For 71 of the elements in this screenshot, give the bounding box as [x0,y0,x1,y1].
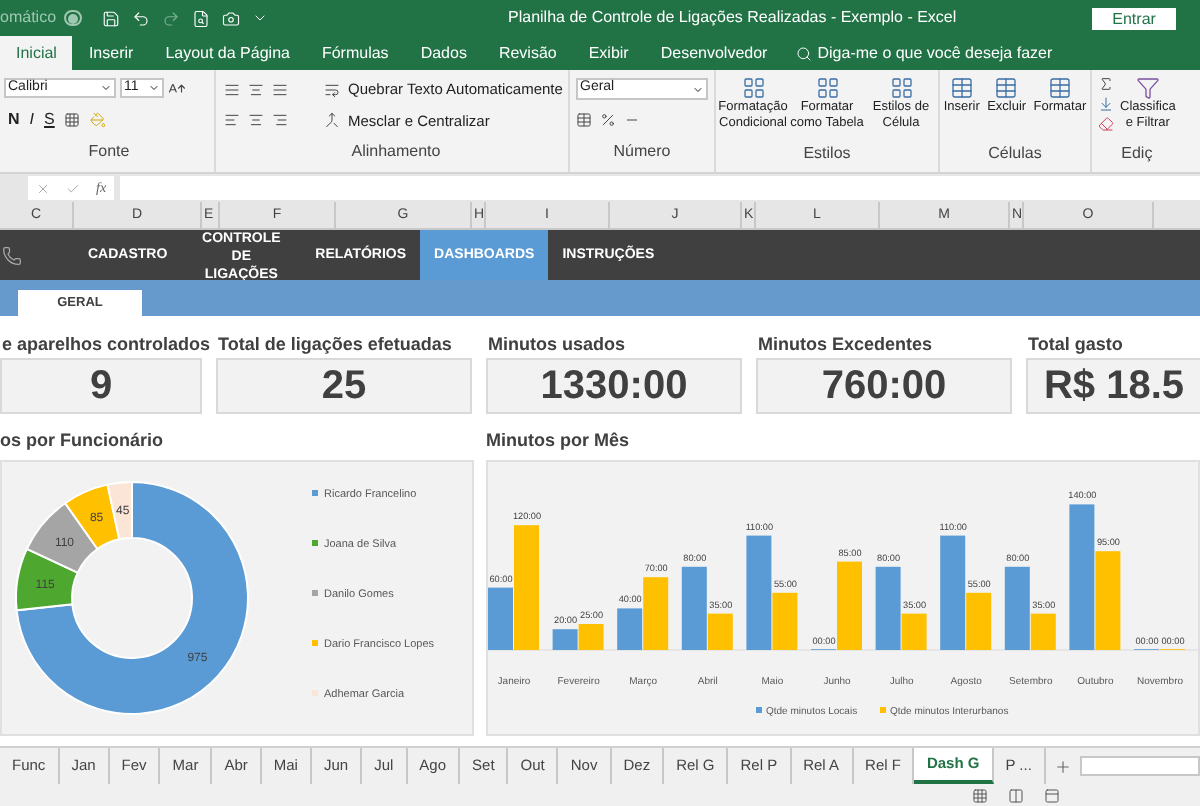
window-title: Planilha de Controle de Ligações Realizadas - Exemplo - Excel [508,6,957,30]
merge-icon[interactable] [324,112,340,129]
kpi-value: R$ 18.5 [1026,358,1200,414]
bold-button[interactable]: N [8,107,20,131]
ribbon-tab[interactable]: Dados [404,36,483,70]
ribbon-tab[interactable]: Exibir [572,36,645,70]
kpi-label: Total de ligações efetuadas [216,332,454,358]
ribbon-tab[interactable]: Desenvolvedor [644,36,784,70]
underline-button[interactable]: S [44,107,55,131]
print-preview-icon[interactable] [192,9,211,27]
camera-icon[interactable] [222,9,241,27]
align-left-icon[interactable] [224,112,240,129]
kpi-value: 9 [0,358,202,414]
ribbon-tab[interactable]: Inserir [72,36,150,70]
ribbon-tab[interactable]: Fórmulas [305,36,405,70]
caret-icon [692,83,704,95]
kpi-value: 25 [216,358,472,414]
table-icon [949,76,974,100]
ribbon-tab[interactable]: Revisão [482,36,573,70]
chart-title: Minutos por Mês [486,428,631,454]
align-right-icon[interactable] [272,112,288,129]
page-break-view-icon[interactable] [1044,787,1060,803]
italic-button[interactable]: I [29,107,35,131]
group-label: Alinhamento [351,142,441,160]
toggle-switch[interactable] [64,10,83,26]
wrap-text-icon[interactable] [324,81,340,98]
cancel-icon[interactable] [36,181,50,195]
group-label: Estilos [803,144,851,162]
dropdown-icon[interactable] [252,10,269,26]
table-icon [994,76,1019,100]
fill-icon[interactable] [1098,96,1114,112]
align-middle-icon[interactable] [248,81,264,98]
kpi-label: Minutos Excedentes [756,332,935,358]
align-top-icon[interactable] [224,81,240,98]
group-label: Fonte [88,142,130,160]
logo-icon[interactable] [2,245,22,265]
kpi-label: Total gasto [1026,332,1125,358]
fill-color-icon[interactable] [90,111,107,127]
autosave-label: omático [0,6,57,30]
tell-me-field[interactable]: Diga-me o que você deseja fazer [817,41,1138,65]
kpi-value: 760:00 [756,358,1012,414]
page-layout-view-icon[interactable] [1008,787,1024,803]
chart-title: os por Funcionário [0,428,166,454]
ribbon-tab[interactable]: Layout da Página [149,36,306,70]
grow-font-icon[interactable] [168,79,186,97]
borders-icon[interactable] [64,111,81,127]
percent-icon[interactable] [600,112,616,128]
caret-icon [148,82,160,94]
normal-view-icon[interactable] [972,787,988,803]
caret-icon [100,82,112,94]
filter-icon [1135,76,1160,100]
undo-icon[interactable] [132,9,151,27]
kpi-label: Minutos usados [486,332,628,358]
ribbon-tab[interactable]: Inicial [0,36,73,70]
eraser-icon[interactable] [1098,116,1114,132]
sum-icon[interactable] [1098,76,1114,92]
group-label: Ediç [1121,144,1153,162]
save-icon[interactable] [102,9,121,27]
table-icon [1047,76,1072,100]
group-label: Número [613,142,671,160]
styles-icon [815,76,839,100]
horizontal-scrollbar[interactable] [1079,756,1200,776]
formula-input[interactable] [120,176,1200,200]
group-label: Células [988,144,1042,162]
search-icon[interactable] [795,45,812,61]
styles-icon [889,76,913,100]
sign-in-button[interactable]: Entrar [1092,7,1176,29]
align-center-icon[interactable] [248,112,264,129]
styles-icon [741,76,765,100]
kpi-value: 1330:00 [486,358,742,414]
align-bottom-icon[interactable] [272,81,288,98]
